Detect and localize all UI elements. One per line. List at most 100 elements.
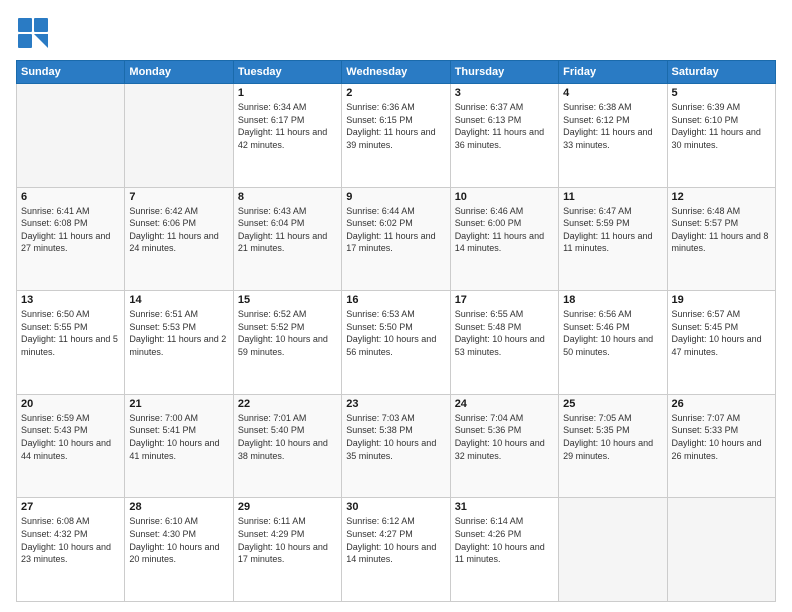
day-info: Sunrise: 6:47 AM Sunset: 5:59 PM Dayligh… (563, 205, 662, 255)
day-info: Sunrise: 6:42 AM Sunset: 6:06 PM Dayligh… (129, 205, 228, 255)
day-number: 5 (672, 87, 771, 99)
day-info: Sunrise: 6:10 AM Sunset: 4:30 PM Dayligh… (129, 515, 228, 565)
day-info: Sunrise: 7:05 AM Sunset: 5:35 PM Dayligh… (563, 412, 662, 462)
calendar-cell: 13 Sunrise: 6:50 AM Sunset: 5:55 PM Dayli… (17, 291, 125, 395)
calendar-week-row: 27 Sunrise: 6:08 AM Sunset: 4:32 PM Dayli… (17, 498, 776, 602)
calendar-cell: 12 Sunrise: 6:48 AM Sunset: 5:57 PM Dayli… (667, 187, 775, 291)
day-info: Sunrise: 7:01 AM Sunset: 5:40 PM Dayligh… (238, 412, 337, 462)
logo-icon (16, 16, 50, 50)
day-info: Sunrise: 6:53 AM Sunset: 5:50 PM Dayligh… (346, 308, 445, 358)
calendar-cell: 7 Sunrise: 6:42 AM Sunset: 6:06 PM Daylig… (125, 187, 233, 291)
calendar-cell: 1Sunrise: 6:34 AM Sunset: 6:17 PM Daylig… (233, 84, 341, 188)
calendar-cell: 4 Sunrise: 6:38 AM Sunset: 6:12 PM Daylig… (559, 84, 667, 188)
day-number: 1 (238, 87, 337, 99)
day-number: 30 (346, 501, 445, 513)
day-number: 13 (21, 294, 120, 306)
day-number: 31 (455, 501, 554, 513)
calendar-cell: 5 Sunrise: 6:39 AM Sunset: 6:10 PM Daylig… (667, 84, 775, 188)
calendar-cell: 3Sunrise: 6:37 AM Sunset: 6:13 PM Daylig… (450, 84, 558, 188)
calendar-cell: 14 Sunrise: 6:51 AM Sunset: 5:53 PM Dayli… (125, 291, 233, 395)
calendar-cell (125, 84, 233, 188)
day-info: Sunrise: 6:44 AM Sunset: 6:02 PM Dayligh… (346, 205, 445, 255)
col-saturday: Saturday (667, 61, 775, 84)
calendar-cell: 10Sunrise: 6:46 AM Sunset: 6:00 PM Dayli… (450, 187, 558, 291)
day-number: 27 (21, 501, 120, 513)
calendar-cell (667, 498, 775, 602)
calendar-cell: 15 Sunrise: 6:52 AM Sunset: 5:52 PM Dayli… (233, 291, 341, 395)
day-info: Sunrise: 6:11 AM Sunset: 4:29 PM Dayligh… (238, 515, 337, 565)
day-number: 19 (672, 294, 771, 306)
col-sunday: Sunday (17, 61, 125, 84)
day-info: Sunrise: 6:59 AM Sunset: 5:43 PM Dayligh… (21, 412, 120, 462)
header (16, 16, 776, 50)
calendar-cell: 29 Sunrise: 6:11 AM Sunset: 4:29 PM Dayli… (233, 498, 341, 602)
calendar-cell: 24 Sunrise: 7:04 AM Sunset: 5:36 PM Dayli… (450, 394, 558, 498)
day-number: 12 (672, 191, 771, 203)
day-info: Sunrise: 7:07 AM Sunset: 5:33 PM Dayligh… (672, 412, 771, 462)
calendar-week-row: 20Sunrise: 6:59 AM Sunset: 5:43 PM Dayli… (17, 394, 776, 498)
col-thursday: Thursday (450, 61, 558, 84)
day-info: Sunrise: 7:04 AM Sunset: 5:36 PM Dayligh… (455, 412, 554, 462)
calendar-cell (559, 498, 667, 602)
day-info: Sunrise: 6:14 AM Sunset: 4:26 PM Dayligh… (455, 515, 554, 565)
day-number: 2 (346, 87, 445, 99)
col-friday: Friday (559, 61, 667, 84)
col-tuesday: Tuesday (233, 61, 341, 84)
col-wednesday: Wednesday (342, 61, 450, 84)
day-number: 23 (346, 398, 445, 410)
calendar-cell: 25 Sunrise: 7:05 AM Sunset: 5:35 PM Dayli… (559, 394, 667, 498)
day-info: Sunrise: 6:41 AM Sunset: 6:08 PM Dayligh… (21, 205, 120, 255)
calendar-table: Sunday Monday Tuesday Wednesday Thursday… (16, 60, 776, 602)
page: Sunday Monday Tuesday Wednesday Thursday… (0, 0, 792, 612)
day-info: Sunrise: 6:56 AM Sunset: 5:46 PM Dayligh… (563, 308, 662, 358)
day-number: 7 (129, 191, 228, 203)
calendar-week-row: 6 Sunrise: 6:41 AM Sunset: 6:08 PM Daylig… (17, 187, 776, 291)
calendar-cell: 17 Sunrise: 6:55 AM Sunset: 5:48 PM Dayli… (450, 291, 558, 395)
calendar-cell: 20Sunrise: 6:59 AM Sunset: 5:43 PM Dayli… (17, 394, 125, 498)
calendar-cell: 31 Sunrise: 6:14 AM Sunset: 4:26 PM Dayli… (450, 498, 558, 602)
calendar-cell: 22 Sunrise: 7:01 AM Sunset: 5:40 PM Dayli… (233, 394, 341, 498)
calendar-cell: 16Sunrise: 6:53 AM Sunset: 5:50 PM Dayli… (342, 291, 450, 395)
calendar-cell (17, 84, 125, 188)
day-info: Sunrise: 6:08 AM Sunset: 4:32 PM Dayligh… (21, 515, 120, 565)
calendar-cell: 8 Sunrise: 6:43 AM Sunset: 6:04 PM Daylig… (233, 187, 341, 291)
calendar-cell: 9 Sunrise: 6:44 AM Sunset: 6:02 PM Daylig… (342, 187, 450, 291)
col-monday: Monday (125, 61, 233, 84)
day-number: 29 (238, 501, 337, 513)
calendar-week-row: 13 Sunrise: 6:50 AM Sunset: 5:55 PM Dayli… (17, 291, 776, 395)
day-number: 11 (563, 191, 662, 203)
day-info: Sunrise: 6:51 AM Sunset: 5:53 PM Dayligh… (129, 308, 228, 358)
day-number: 21 (129, 398, 228, 410)
day-info: Sunrise: 6:48 AM Sunset: 5:57 PM Dayligh… (672, 205, 771, 255)
day-info: Sunrise: 6:55 AM Sunset: 5:48 PM Dayligh… (455, 308, 554, 358)
day-number: 14 (129, 294, 228, 306)
day-info: Sunrise: 6:38 AM Sunset: 6:12 PM Dayligh… (563, 101, 662, 151)
calendar-cell: 2Sunrise: 6:36 AM Sunset: 6:15 PM Daylig… (342, 84, 450, 188)
day-number: 18 (563, 294, 662, 306)
calendar-cell: 21 Sunrise: 7:00 AM Sunset: 5:41 PM Dayli… (125, 394, 233, 498)
day-number: 6 (21, 191, 120, 203)
day-info: Sunrise: 6:39 AM Sunset: 6:10 PM Dayligh… (672, 101, 771, 151)
calendar-cell: 23 Sunrise: 7:03 AM Sunset: 5:38 PM Dayli… (342, 394, 450, 498)
day-number: 28 (129, 501, 228, 513)
calendar-cell: 11 Sunrise: 6:47 AM Sunset: 5:59 PM Dayli… (559, 187, 667, 291)
calendar-week-row: 1Sunrise: 6:34 AM Sunset: 6:17 PM Daylig… (17, 84, 776, 188)
day-number: 10 (455, 191, 554, 203)
day-info: Sunrise: 6:37 AM Sunset: 6:13 PM Dayligh… (455, 101, 554, 151)
day-number: 8 (238, 191, 337, 203)
day-number: 24 (455, 398, 554, 410)
day-info: Sunrise: 7:00 AM Sunset: 5:41 PM Dayligh… (129, 412, 228, 462)
calendar-cell: 30Sunrise: 6:12 AM Sunset: 4:27 PM Dayli… (342, 498, 450, 602)
day-info: Sunrise: 7:03 AM Sunset: 5:38 PM Dayligh… (346, 412, 445, 462)
day-number: 15 (238, 294, 337, 306)
day-number: 4 (563, 87, 662, 99)
day-info: Sunrise: 6:57 AM Sunset: 5:45 PM Dayligh… (672, 308, 771, 358)
day-info: Sunrise: 6:43 AM Sunset: 6:04 PM Dayligh… (238, 205, 337, 255)
day-info: Sunrise: 6:52 AM Sunset: 5:52 PM Dayligh… (238, 308, 337, 358)
day-info: Sunrise: 6:50 AM Sunset: 5:55 PM Dayligh… (21, 308, 120, 358)
day-number: 17 (455, 294, 554, 306)
day-number: 25 (563, 398, 662, 410)
day-number: 9 (346, 191, 445, 203)
calendar-header-row: Sunday Monday Tuesday Wednesday Thursday… (17, 61, 776, 84)
day-number: 22 (238, 398, 337, 410)
